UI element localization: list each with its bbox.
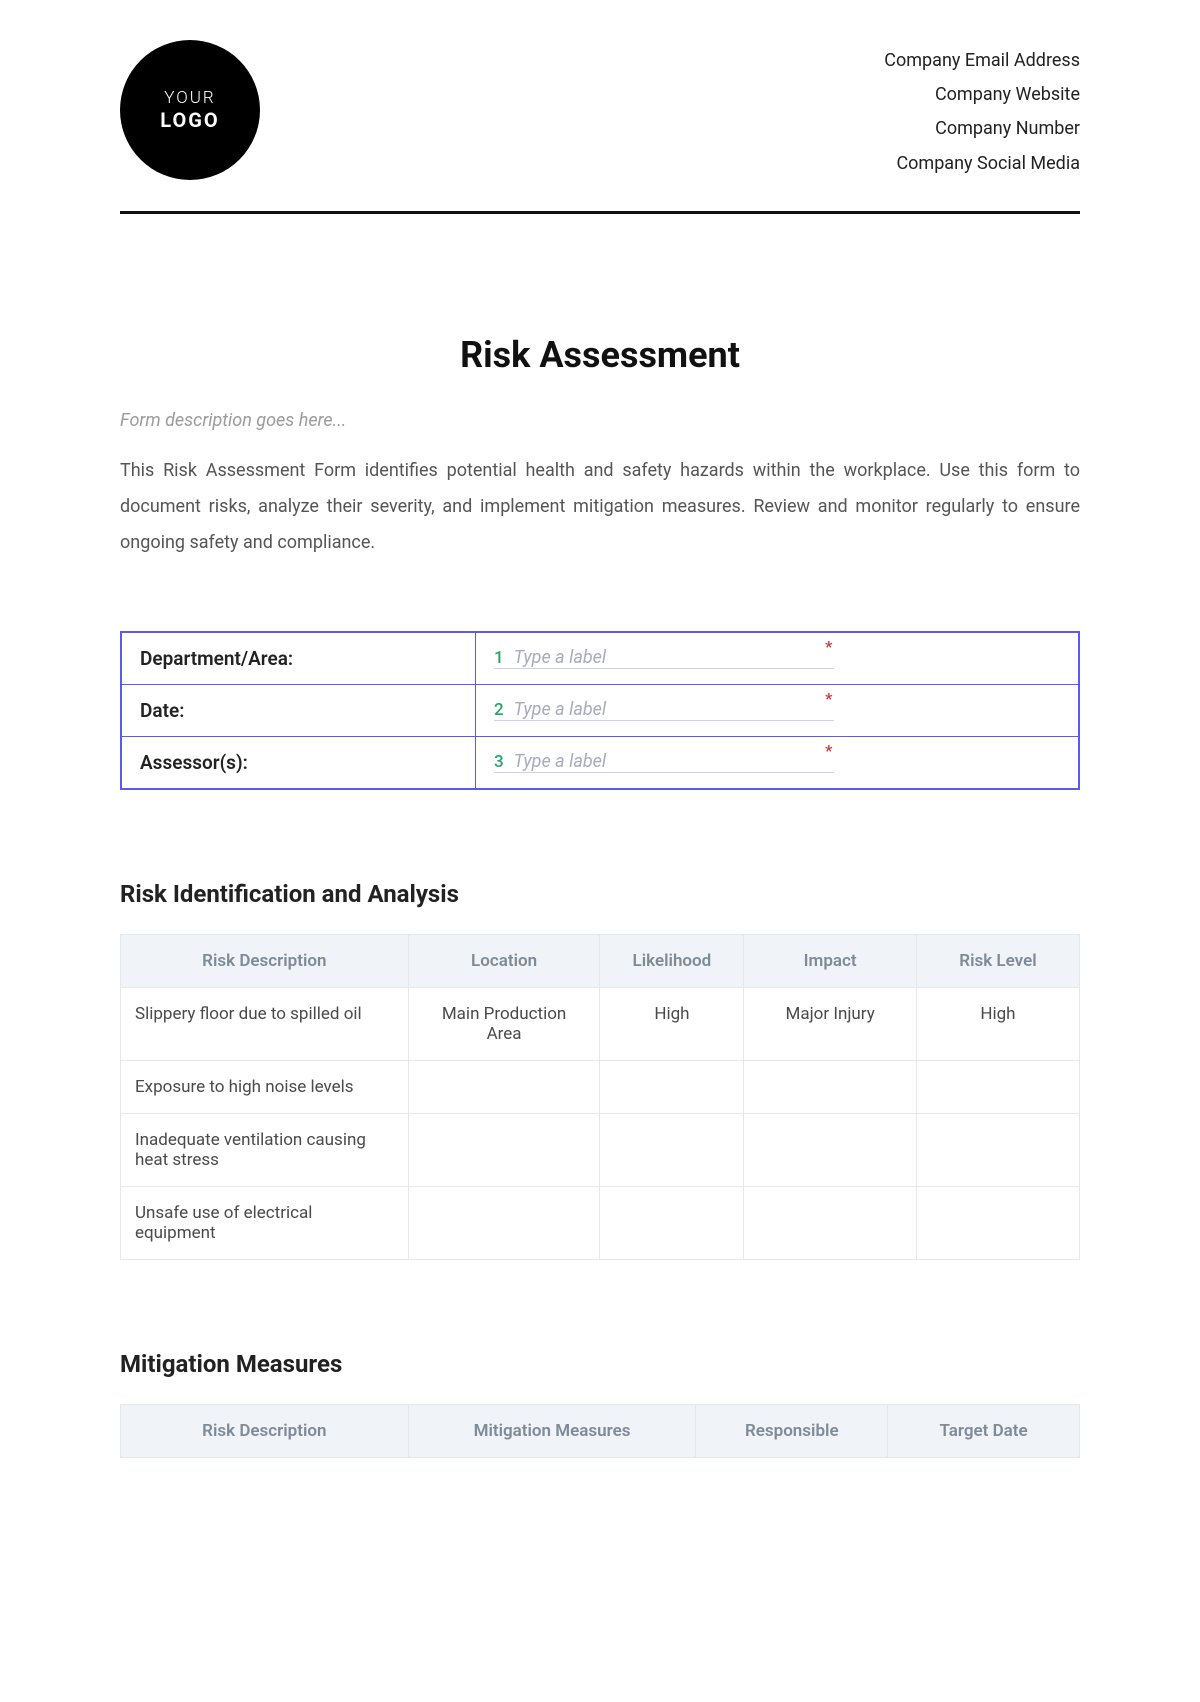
- risk-col-level: Risk Level: [916, 934, 1079, 987]
- cell-location: [408, 1060, 600, 1113]
- cell-likelihood: [600, 1186, 744, 1259]
- required-indicator-icon: *: [825, 741, 832, 760]
- mit-col-description: Risk Description: [121, 1404, 409, 1457]
- risk-table: Risk Description Location Likelihood Imp…: [120, 934, 1080, 1260]
- risk-col-likelihood: Likelihood: [600, 934, 744, 987]
- logo-line1: YOUR: [164, 88, 215, 108]
- metadata-fields-table: Department/Area: * 1 Type a label Date: …: [120, 631, 1080, 790]
- logo-placeholder: YOUR LOGO: [120, 40, 260, 180]
- mitigation-section-title: Mitigation Measures: [120, 1350, 1080, 1378]
- field-label: Date:: [121, 684, 475, 736]
- field-input-cell[interactable]: * 3 Type a label: [475, 736, 1079, 789]
- cell-impact: [744, 1186, 917, 1259]
- company-email: Company Email Address: [884, 44, 1080, 78]
- field-placeholder: Type a label: [514, 699, 607, 720]
- company-website: Company Website: [884, 78, 1080, 112]
- field-number: 1: [494, 648, 504, 668]
- cell-description: Exposure to high noise levels: [121, 1060, 409, 1113]
- cell-likelihood: [600, 1113, 744, 1186]
- cell-location: [408, 1186, 600, 1259]
- field-input-cell[interactable]: * 2 Type a label: [475, 684, 1079, 736]
- company-social: Company Social Media: [884, 147, 1080, 181]
- field-number: 2: [494, 700, 504, 720]
- risk-section-title: Risk Identification and Analysis: [120, 880, 1080, 908]
- company-number: Company Number: [884, 112, 1080, 146]
- cell-impact: [744, 1060, 917, 1113]
- cell-impact: Major Injury: [744, 987, 917, 1060]
- table-row: Slippery floor due to spilled oil Main P…: [121, 987, 1080, 1060]
- company-info: Company Email Address Company Website Co…: [884, 40, 1080, 181]
- cell-description: Slippery floor due to spilled oil: [121, 987, 409, 1060]
- mitigation-table: Risk Description Mitigation Measures Res…: [120, 1404, 1080, 1458]
- mit-col-responsible: Responsible: [696, 1404, 888, 1457]
- required-indicator-icon: *: [825, 689, 832, 708]
- table-row: Inadequate ventilation causing heat stre…: [121, 1113, 1080, 1186]
- risk-col-location: Location: [408, 934, 600, 987]
- cell-impact: [744, 1113, 917, 1186]
- intro-text: This Risk Assessment Form identifies pot…: [120, 453, 1080, 561]
- mit-col-measures: Mitigation Measures: [408, 1404, 696, 1457]
- mitigation-section: Mitigation Measures Risk Description Mit…: [120, 1350, 1080, 1458]
- table-row: Unsafe use of electrical equipment: [121, 1186, 1080, 1259]
- cell-location: [408, 1113, 600, 1186]
- required-indicator-icon: *: [825, 637, 832, 656]
- cell-likelihood: High: [600, 987, 744, 1060]
- cell-level: [916, 1113, 1079, 1186]
- field-row-department: Department/Area: * 1 Type a label: [121, 632, 1079, 685]
- cell-description: Inadequate ventilation causing heat stre…: [121, 1113, 409, 1186]
- cell-level: [916, 1186, 1079, 1259]
- field-row-date: Date: * 2 Type a label: [121, 684, 1079, 736]
- document-header: YOUR LOGO Company Email Address Company …: [120, 40, 1080, 214]
- field-number: 3: [494, 752, 504, 772]
- field-label: Department/Area:: [121, 632, 475, 685]
- cell-description: Unsafe use of electrical equipment: [121, 1186, 409, 1259]
- mit-col-target-date: Target Date: [888, 1404, 1080, 1457]
- table-row: Exposure to high noise levels: [121, 1060, 1080, 1113]
- logo-line2: LOGO: [160, 108, 219, 132]
- field-row-assessor: Assessor(s): * 3 Type a label: [121, 736, 1079, 789]
- field-placeholder: Type a label: [514, 751, 607, 772]
- field-label: Assessor(s):: [121, 736, 475, 789]
- form-description-placeholder[interactable]: Form description goes here...: [120, 410, 1080, 431]
- cell-level: High: [916, 987, 1079, 1060]
- field-input-cell[interactable]: * 1 Type a label: [475, 632, 1079, 685]
- risk-col-description: Risk Description: [121, 934, 409, 987]
- cell-location: Main Production Area: [408, 987, 600, 1060]
- field-placeholder: Type a label: [514, 647, 607, 668]
- risk-col-impact: Impact: [744, 934, 917, 987]
- document-title: Risk Assessment: [120, 334, 1080, 376]
- cell-level: [916, 1060, 1079, 1113]
- cell-likelihood: [600, 1060, 744, 1113]
